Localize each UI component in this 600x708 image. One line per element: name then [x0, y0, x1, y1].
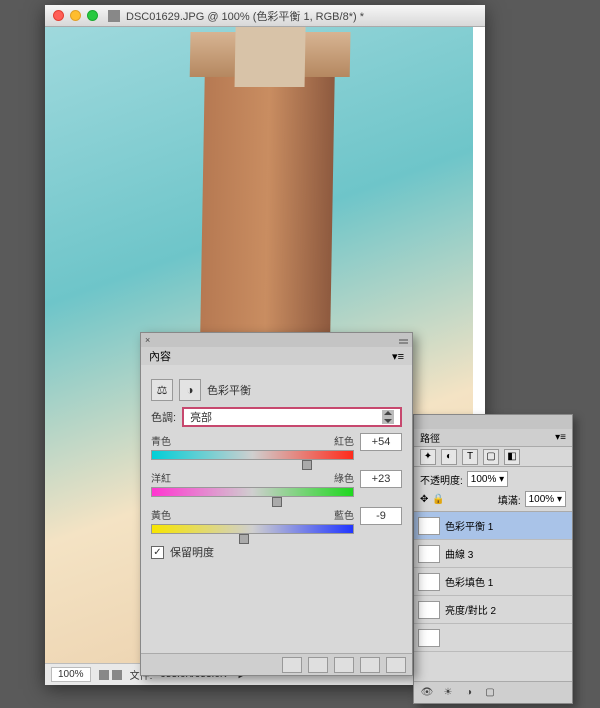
slider-left-label: 黃色	[151, 507, 171, 522]
slider-right-label: 綠色	[334, 470, 354, 485]
lock-move-icon[interactable]: ✥	[420, 494, 428, 505]
panel-menu-icon[interactable]: ▾≡	[555, 432, 566, 443]
layer-name[interactable]: 亮度/對比 2	[445, 602, 496, 617]
fill-label: 填滿:	[498, 492, 521, 507]
layer-thumb	[418, 629, 440, 647]
mask-icon[interactable]: ◑	[179, 379, 201, 401]
layer-item[interactable]: 色彩填色 1	[414, 568, 572, 596]
adjustment-type-icon[interactable]: ⚖	[151, 379, 173, 401]
status-widgets	[99, 670, 122, 680]
tone-label: 色調:	[151, 409, 176, 425]
slider-right-label: 藍色	[334, 507, 354, 522]
slider-thumb[interactable]	[239, 534, 249, 544]
layer-item[interactable]: 色彩平衡 1	[414, 512, 572, 540]
document-icon	[108, 10, 120, 22]
mask-icon[interactable]: ◑	[461, 686, 477, 700]
layer-thumb	[418, 545, 440, 563]
layer-thumb	[418, 517, 440, 535]
checkbox-icon: ✓	[151, 546, 164, 559]
eye-icon[interactable]: 👁	[419, 686, 435, 700]
layer-name[interactable]: 色彩平衡 1	[445, 518, 493, 533]
adjustments-tabs: 內容 ▾≡	[141, 347, 412, 365]
adjustment-title: 色彩平衡	[207, 382, 251, 398]
panel-menu-icon[interactable]: ▾≡	[392, 350, 404, 363]
clip-icon[interactable]	[282, 657, 302, 673]
layers-panel: 路徑 ▾≡ ✦ ◐ T ▢ ◧ 不透明度: 100% ▾ ✥ 🔒 填滿: 100…	[413, 414, 573, 704]
filter-smart-icon[interactable]: ◧	[504, 449, 520, 465]
zoom-icon[interactable]	[87, 10, 98, 21]
filter-pixel-icon[interactable]: ✦	[420, 449, 436, 465]
brightness-icon[interactable]: ☀	[440, 686, 456, 700]
opacity-label: 不透明度:	[420, 472, 463, 487]
opacity-field[interactable]: 100% ▾	[467, 471, 508, 487]
close-icon[interactable]: ×	[145, 335, 150, 345]
layers-tabs: 路徑 ▾≡	[414, 429, 572, 447]
filter-adjust-icon[interactable]: ◐	[441, 449, 457, 465]
minimize-icon[interactable]	[70, 10, 81, 21]
close-icon[interactable]	[53, 10, 64, 21]
collapse-icon[interactable]	[399, 339, 408, 341]
tower-top	[235, 27, 307, 87]
zoom-field[interactable]: 100%	[51, 667, 91, 682]
window-title: DSC01629.JPG @ 100% (色彩平衡 1, RGB/8*) *	[126, 8, 364, 24]
magenta-green-slider[interactable]	[151, 487, 354, 497]
filter-type-icon[interactable]: T	[462, 449, 478, 465]
trash-icon[interactable]	[386, 657, 406, 673]
layers-footer: 👁 ☀ ◑ ▢	[414, 681, 572, 703]
yellow-blue-slider[interactable]	[151, 524, 354, 534]
tab-paths[interactable]: 路徑	[420, 430, 440, 445]
layer-thumb	[418, 601, 440, 619]
tone-value: 亮部	[190, 409, 212, 425]
layers-toolbar: ✦ ◐ T ▢ ◧	[414, 447, 572, 467]
updown-icon	[382, 410, 394, 424]
layer-thumb	[418, 573, 440, 591]
slider-left-label: 青色	[151, 433, 171, 448]
slider-thumb[interactable]	[272, 497, 282, 507]
slider-left-label: 洋紅	[151, 470, 171, 485]
adjustments-body: ⚖ ◑ 色彩平衡 色調: 亮部 青色 紅色 +54	[141, 365, 412, 568]
prev-icon[interactable]	[308, 657, 328, 673]
layer-item[interactable]	[414, 624, 572, 652]
tone-select[interactable]: 亮部	[182, 407, 402, 427]
layer-item[interactable]: 亮度/對比 2	[414, 596, 572, 624]
cyan-red-slider[interactable]	[151, 450, 354, 460]
adjustments-footer	[141, 653, 412, 675]
cyan-red-value[interactable]: +54	[360, 433, 402, 451]
eye-icon[interactable]	[334, 657, 354, 673]
layers-panel-header[interactable]	[414, 415, 572, 429]
magenta-green-value[interactable]: +23	[360, 470, 402, 488]
lock-icon[interactable]: 🔒	[432, 494, 444, 505]
preserve-luminosity-checkbox[interactable]: ✓ 保留明度	[151, 544, 402, 560]
layer-item[interactable]: 曲線 3	[414, 540, 572, 568]
status-icon[interactable]	[99, 670, 109, 680]
tab-properties[interactable]: 內容	[149, 348, 171, 364]
layers-options: 不透明度: 100% ▾ ✥ 🔒 填滿: 100% ▾	[414, 467, 572, 512]
slider-right-label: 紅色	[334, 433, 354, 448]
layer-name[interactable]: 曲線 3	[445, 546, 473, 561]
fill-field[interactable]: 100% ▾	[525, 491, 566, 507]
window-controls	[53, 10, 98, 21]
layer-name[interactable]: 色彩填色 1	[445, 574, 493, 589]
adjustments-header[interactable]: ×	[141, 333, 412, 347]
yellow-blue-value[interactable]: -9	[360, 507, 402, 525]
reset-icon[interactable]	[360, 657, 380, 673]
layer-list: 色彩平衡 1 曲線 3 色彩填色 1 亮度/對比 2	[414, 512, 572, 652]
adjustments-panel: × 內容 ▾≡ ⚖ ◑ 色彩平衡 色調: 亮部 青色 紅色	[140, 332, 413, 676]
preserve-label: 保留明度	[170, 544, 214, 560]
new-layer-icon[interactable]: ▢	[482, 686, 498, 700]
status-icon[interactable]	[112, 670, 122, 680]
titlebar[interactable]: DSC01629.JPG @ 100% (色彩平衡 1, RGB/8*) *	[45, 5, 485, 27]
slider-thumb[interactable]	[302, 460, 312, 470]
filter-shape-icon[interactable]: ▢	[483, 449, 499, 465]
